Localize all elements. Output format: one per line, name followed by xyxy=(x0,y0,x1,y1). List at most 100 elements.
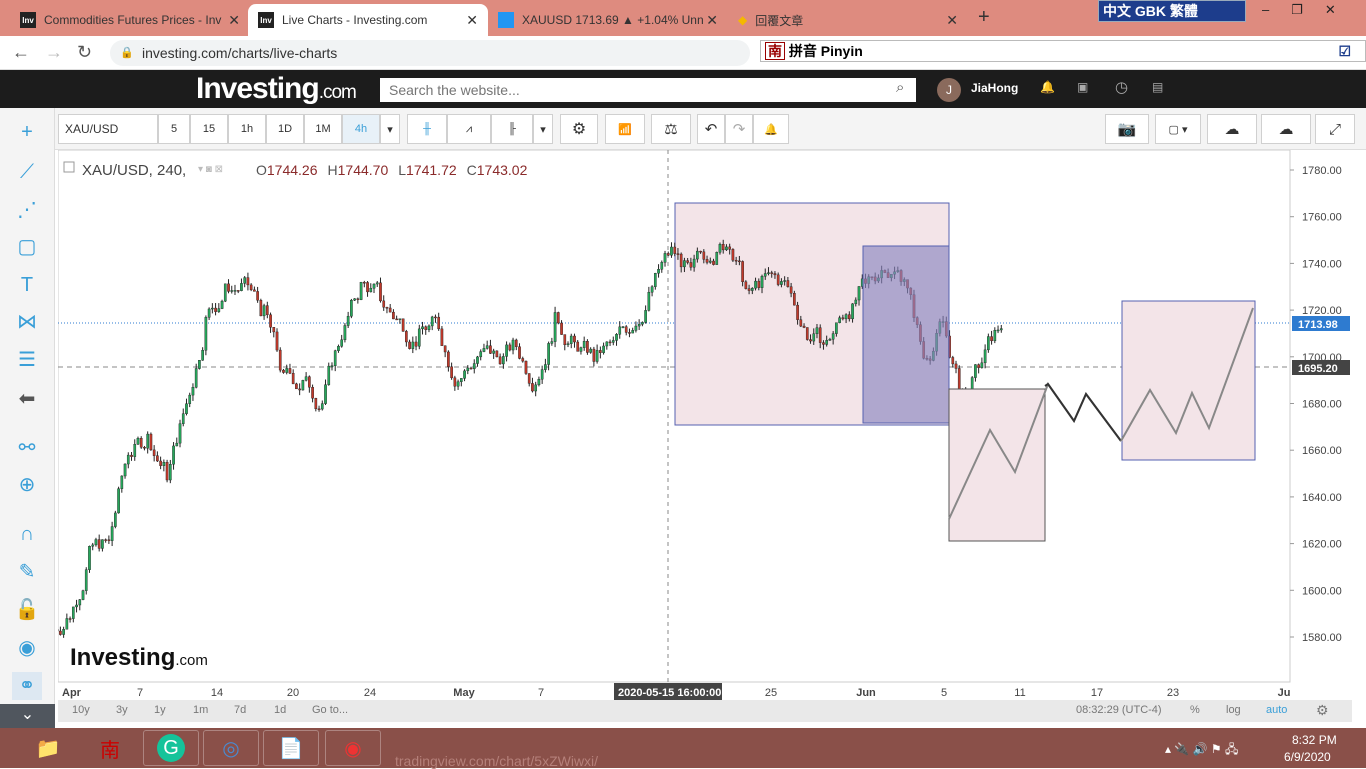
tray-icons[interactable]: ▴ 🔌 🔊 ⚑ 🖧 xyxy=(1165,740,1238,761)
search-input[interactable] xyxy=(380,78,916,102)
pencil-lock-icon[interactable]: ✎ xyxy=(12,558,42,586)
collapse-toolbar-button[interactable]: ⌄ xyxy=(0,704,55,728)
chart-type-dropdown[interactable]: ▾ xyxy=(533,114,553,144)
lock-icon[interactable]: 🔓 xyxy=(12,596,42,624)
tab-forum[interactable]: ◆回覆文章✕ xyxy=(728,4,968,36)
go-to-button[interactable]: Go to... xyxy=(312,704,348,716)
candle xyxy=(266,306,268,315)
gear-icon[interactable]: ⚙ xyxy=(560,114,598,144)
ime-toolbar[interactable]: 中文 GBK 繁體 xyxy=(1098,0,1246,22)
candle xyxy=(761,276,763,287)
bars-icon[interactable]: ╟ xyxy=(491,114,533,144)
search-icon[interactable]: ⌕ xyxy=(896,79,904,96)
y-tick-label: 1580.00 xyxy=(1302,632,1342,644)
range-1d[interactable]: 1d xyxy=(274,704,286,716)
interval-5[interactable]: 5 xyxy=(158,114,190,144)
range-1y[interactable]: 1y xyxy=(154,704,166,716)
gear-icon[interactable]: ⚙ xyxy=(1316,702,1329,719)
ime-status-bar[interactable]: 南 拼音 Pinyin☑ xyxy=(760,40,1366,62)
range-10y[interactable]: 10y xyxy=(72,704,90,716)
notepad-icon[interactable]: 📄 xyxy=(263,730,319,766)
interval-4h[interactable]: 4h xyxy=(342,114,380,144)
rectangle-icon[interactable]: ▢ xyxy=(12,233,42,261)
y-tick-label: 1720.00 xyxy=(1302,305,1342,317)
drawing-rectangle[interactable] xyxy=(949,389,1045,541)
camera-icon[interactable]: 📷 xyxy=(1105,114,1149,144)
tab-commodities[interactable]: InvCommodities Futures Prices - Inv✕ xyxy=(10,4,250,36)
measure-icon[interactable]: ⚯ xyxy=(12,434,42,462)
crosshair-icon[interactable]: + xyxy=(12,118,42,146)
link-icon[interactable]: ⚭ xyxy=(12,672,42,700)
close-icon[interactable]: ✕ xyxy=(228,12,240,29)
indicators-icon[interactable]: 📶 xyxy=(605,114,645,144)
interval-1d[interactable]: 1D xyxy=(266,114,304,144)
log-toggle[interactable]: log xyxy=(1226,704,1241,716)
compare-icon[interactable]: ⚖ xyxy=(651,114,691,144)
chromium-icon[interactable]: ◎ xyxy=(203,730,259,766)
drawing-rectangle[interactable] xyxy=(1122,301,1255,460)
cloud-upload-icon[interactable]: ☁ xyxy=(1261,114,1311,144)
clock-icon[interactable]: ◷ xyxy=(1115,78,1128,96)
candle xyxy=(434,317,436,318)
investing-logo[interactable]: Investing.com xyxy=(196,72,356,106)
percent-toggle[interactable]: % xyxy=(1190,704,1200,716)
candles-icon[interactable]: ╫ xyxy=(407,114,447,144)
interval-dropdown[interactable]: ▾ xyxy=(380,114,400,144)
prediction-icon[interactable]: ☰ xyxy=(12,346,42,374)
trendline-icon[interactable]: ⟋ xyxy=(12,158,42,186)
window-controls[interactable]: –❐✕ xyxy=(1262,2,1358,18)
ime-app-icon[interactable]: 南 xyxy=(82,730,138,766)
price-axis[interactable]: 1580.001600.001620.001640.001660.001680.… xyxy=(1290,165,1342,644)
url-field[interactable]: 🔒investing.com/charts/live-charts xyxy=(110,40,750,66)
reload-icon[interactable]: ↻ xyxy=(77,42,92,63)
undo-icon[interactable]: ↶ xyxy=(697,114,725,144)
pattern-icon[interactable]: ⋈ xyxy=(12,308,42,336)
text-icon[interactable]: T xyxy=(12,271,42,299)
close-icon[interactable]: ✕ xyxy=(946,12,958,29)
fullscreen-icon[interactable]: ⤢ xyxy=(1315,114,1355,144)
price-chart[interactable]: 1580.001600.001620.001640.001660.001680.… xyxy=(58,150,1352,700)
new-tab-button[interactable]: + xyxy=(978,6,990,29)
candle xyxy=(428,326,430,330)
interval-1h[interactable]: 1h xyxy=(228,114,266,144)
close-icon[interactable]: ✕ xyxy=(706,12,718,29)
candle xyxy=(512,340,514,350)
avatar[interactable]: J xyxy=(937,78,961,102)
back-icon[interactable]: ← xyxy=(12,42,30,63)
tab-xauusd[interactable]: XAUUSD 1713.69 ▲ +1.04% Unn✕ xyxy=(488,4,728,36)
layout-icon[interactable]: ▢ ▾ xyxy=(1155,114,1201,144)
symbol-input[interactable]: XAU/USD xyxy=(58,114,158,144)
interval-1m[interactable]: 1M xyxy=(304,114,342,144)
redo-icon[interactable]: ↷ xyxy=(725,114,753,144)
range-3y[interactable]: 3y xyxy=(116,704,128,716)
clock-time[interactable]: 8:32 PM xyxy=(1292,733,1337,747)
alert-icon[interactable]: 🔔 xyxy=(753,114,789,144)
eye-icon[interactable]: ◉ xyxy=(12,634,42,662)
range-7d[interactable]: 7d xyxy=(234,704,246,716)
bell-icon[interactable]: 🔔 xyxy=(1040,80,1055,94)
candle xyxy=(176,443,178,446)
cloud-download-icon[interactable]: ☁ xyxy=(1207,114,1257,144)
range-1m[interactable]: 1m xyxy=(193,704,208,716)
grammarly-icon[interactable]: G xyxy=(143,730,199,766)
file-explorer-icon[interactable]: 📁 xyxy=(20,730,76,766)
chrome-icon[interactable]: ◉ xyxy=(325,730,381,766)
tab-live-charts[interactable]: InvLive Charts - Investing.com✕ xyxy=(248,4,488,36)
portfolio-icon[interactable]: ▣ xyxy=(1077,80,1088,94)
drawing-rectangle[interactable] xyxy=(863,246,949,423)
magnet-icon[interactable]: ∩ xyxy=(12,520,42,548)
fib-icon[interactable]: ⋰ xyxy=(12,196,42,224)
zoom-icon[interactable]: ⊕ xyxy=(12,471,42,499)
checkbox-icon[interactable]: ☑ xyxy=(1338,41,1351,61)
candle xyxy=(444,346,446,352)
flag-icon[interactable]: ▤ xyxy=(1152,80,1163,94)
clock-date[interactable]: 6/9/2020 xyxy=(1284,750,1331,764)
username[interactable]: JiaHong xyxy=(971,81,1018,95)
line-chart-icon[interactable]: ⩘ xyxy=(447,114,491,144)
close-icon[interactable]: ✕ xyxy=(466,12,478,29)
auto-toggle[interactable]: auto xyxy=(1266,704,1287,716)
back-arrow-icon[interactable]: ⬅ xyxy=(12,385,42,413)
candle xyxy=(331,366,333,367)
interval-15[interactable]: 15 xyxy=(190,114,228,144)
forward-icon[interactable]: → xyxy=(45,42,63,63)
